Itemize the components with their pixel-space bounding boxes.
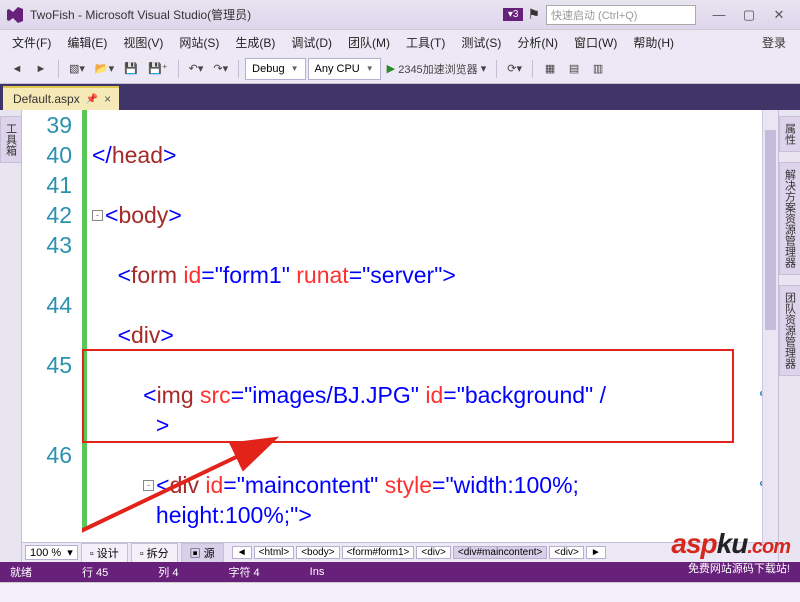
bc-item[interactable]: <form#form1> [342,546,415,559]
menu-analyze[interactable]: 分析(N) [509,31,566,54]
run-button[interactable]: ▶ 2345加速浏览器 ▾ [383,58,491,80]
menu-team[interactable]: 团队(M) [340,31,398,54]
zoom-dropdown[interactable]: 100 %▾ [25,545,78,560]
document-tab[interactable]: Default.aspx 📌 × [3,86,119,110]
open-button[interactable]: 📂▾ [91,58,118,80]
redo-button[interactable]: ↷▾ [209,58,232,80]
menu-file[interactable]: 文件(F) [4,31,59,54]
nav-back-button[interactable]: ◄ [6,58,28,80]
chevron-down-icon: ▼ [366,64,374,73]
code-editor[interactable]: 39404142 43 44 45 46 </head> -<body> <fo… [22,110,778,562]
menu-test[interactable]: 测试(S) [453,31,509,54]
tab-label: Default.aspx [13,92,80,106]
view-source-button[interactable]: ▣ 源 [181,543,224,563]
side-dock-right: 属性 解决方案资源管理器 团队资源管理器 [778,110,800,562]
bc-item[interactable]: <html> [254,546,295,559]
chevron-down-icon: ▼ [291,64,299,73]
sign-in-link[interactable]: 登录 [752,31,796,54]
menu-website[interactable]: 网站(S) [171,31,227,54]
notification-badge[interactable]: ▾3 [503,8,524,21]
workspace: 工具箱 39404142 43 44 45 46 </head> -<body>… [0,110,800,562]
config-dropdown[interactable]: Debug▼ [245,58,305,80]
menu-debug[interactable]: 调试(D) [283,31,340,54]
fold-icon[interactable]: - [143,480,154,491]
document-tab-strip: Default.aspx 📌 × [0,84,800,110]
save-button[interactable]: 💾 [120,58,142,80]
separator [178,60,179,78]
menu-edit[interactable]: 编辑(E) [59,31,115,54]
bc-item-selected[interactable]: <div#maincontent> [453,546,548,559]
toolbar: ◄ ► ▧▾ 📂▾ 💾 💾⁺ ↶▾ ↷▾ Debug▼ Any CPU▼ ▶ 2… [0,54,800,84]
ext-button-2[interactable]: ▤ [563,58,585,80]
undo-button[interactable]: ↶▾ [185,58,208,80]
menu-window[interactable]: 窗口(W) [566,31,625,54]
bc-item[interactable]: <body> [296,546,339,559]
toolbox-tab[interactable]: 工具箱 [0,116,22,163]
play-icon: ▶ [387,62,395,75]
menu-build[interactable]: 生成(B) [227,31,283,54]
close-button[interactable]: ✕ [764,5,794,25]
editor-bottom-bar: 100 %▾ ▫ 设计 ▫ 拆分 ▣ 源 ◄ <html> <body> <fo… [22,542,778,562]
window-title: TwoFish - Microsoft Visual Studio(管理员) [30,6,503,23]
properties-tab[interactable]: 属性 [779,116,800,152]
view-split-button[interactable]: ▫ 拆分 [131,543,178,563]
vs-logo-icon [6,6,24,24]
scroll-thumb[interactable] [765,130,776,330]
separator [58,60,59,78]
watermark-logo: aspku.com [671,528,790,560]
title-bar: TwoFish - Microsoft Visual Studio(管理员) ▾… [0,0,800,30]
fold-icon[interactable]: - [92,210,103,221]
status-ins: Ins [310,566,325,578]
code-content[interactable]: </head> -<body> <form id="form1" runat="… [82,110,778,542]
status-col: 列 4 [158,564,178,580]
ext-button-1[interactable]: ▦ [539,58,561,80]
side-dock-left: 工具箱 [0,110,22,562]
status-ch: 字符 4 [228,564,259,580]
chevron-down-icon: ▾ [67,546,73,559]
platform-dropdown[interactable]: Any CPU▼ [308,58,381,80]
menu-tools[interactable]: 工具(T) [398,31,453,54]
separator [496,60,497,78]
solution-explorer-tab[interactable]: 解决方案资源管理器 [779,162,800,275]
view-design-button[interactable]: ▫ 设计 [81,543,128,563]
bc-item[interactable]: <div> [416,546,450,559]
bottom-spacer [0,582,800,602]
feedback-flag-icon[interactable]: ⚑ [527,6,540,23]
ext-button-3[interactable]: ▥ [587,58,609,80]
bc-nav-left[interactable]: ◄ [232,546,252,559]
vertical-scrollbar[interactable] [762,110,778,542]
quick-launch-input[interactable]: 快速启动 (Ctrl+Q) [546,5,696,25]
browser-link-button[interactable]: ⟳▾ [503,58,526,80]
menu-view[interactable]: 视图(V) [115,31,171,54]
line-number-gutter: 39404142 43 44 45 46 [22,110,82,542]
separator [532,60,533,78]
bc-item[interactable]: <div> [549,546,583,559]
team-explorer-tab[interactable]: 团队资源管理器 [779,285,800,376]
status-bar: 就绪 行 45 列 4 字符 4 Ins [0,562,800,582]
status-ready: 就绪 [10,564,32,580]
separator [238,60,239,78]
status-line: 行 45 [82,564,108,580]
close-tab-icon[interactable]: × [104,92,111,106]
minimize-button[interactable]: — [704,5,734,25]
save-all-button[interactable]: 💾⁺ [144,58,172,80]
watermark-sub: 免费网站源码下载站! [688,560,790,576]
maximize-button[interactable]: ▢ [734,5,764,25]
pin-icon[interactable]: 📌 [86,94,98,105]
bc-nav-right[interactable]: ► [586,546,606,559]
new-project-button[interactable]: ▧▾ [65,58,89,80]
menu-help[interactable]: 帮助(H) [625,31,682,54]
menu-bar: 文件(F) 编辑(E) 视图(V) 网站(S) 生成(B) 调试(D) 团队(M… [0,30,800,54]
nav-fwd-button[interactable]: ► [30,58,52,80]
